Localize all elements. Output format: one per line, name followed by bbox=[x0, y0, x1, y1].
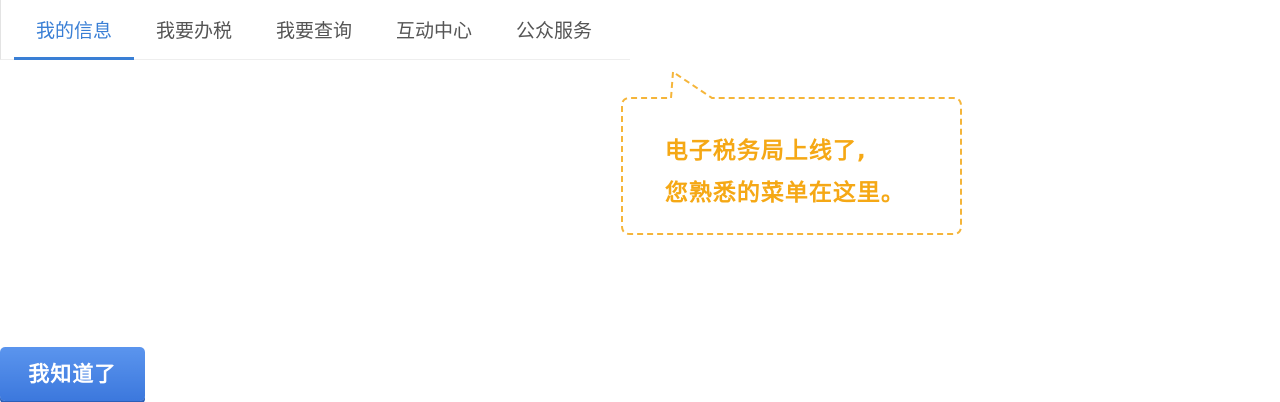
tab-interaction-center[interactable]: 互动中心 bbox=[374, 0, 494, 60]
top-nav-bar: 我的信息 我要办税 我要查询 互动中心 公众服务 bbox=[0, 0, 630, 60]
tab-my-info[interactable]: 我的信息 bbox=[14, 0, 134, 60]
tooltip-line-2: 您熟悉的菜单在这里。 bbox=[665, 180, 905, 206]
tooltip-line-1: 电子税务局上线了, bbox=[665, 138, 867, 164]
tab-public-service[interactable]: 公众服务 bbox=[494, 0, 614, 60]
got-it-button[interactable]: 我知道了 bbox=[0, 347, 145, 401]
guide-tooltip: 电子税务局上线了, 您熟悉的菜单在这里。 bbox=[620, 68, 964, 236]
tab-tax-handling[interactable]: 我要办税 bbox=[134, 0, 254, 60]
tab-query[interactable]: 我要查询 bbox=[254, 0, 374, 60]
